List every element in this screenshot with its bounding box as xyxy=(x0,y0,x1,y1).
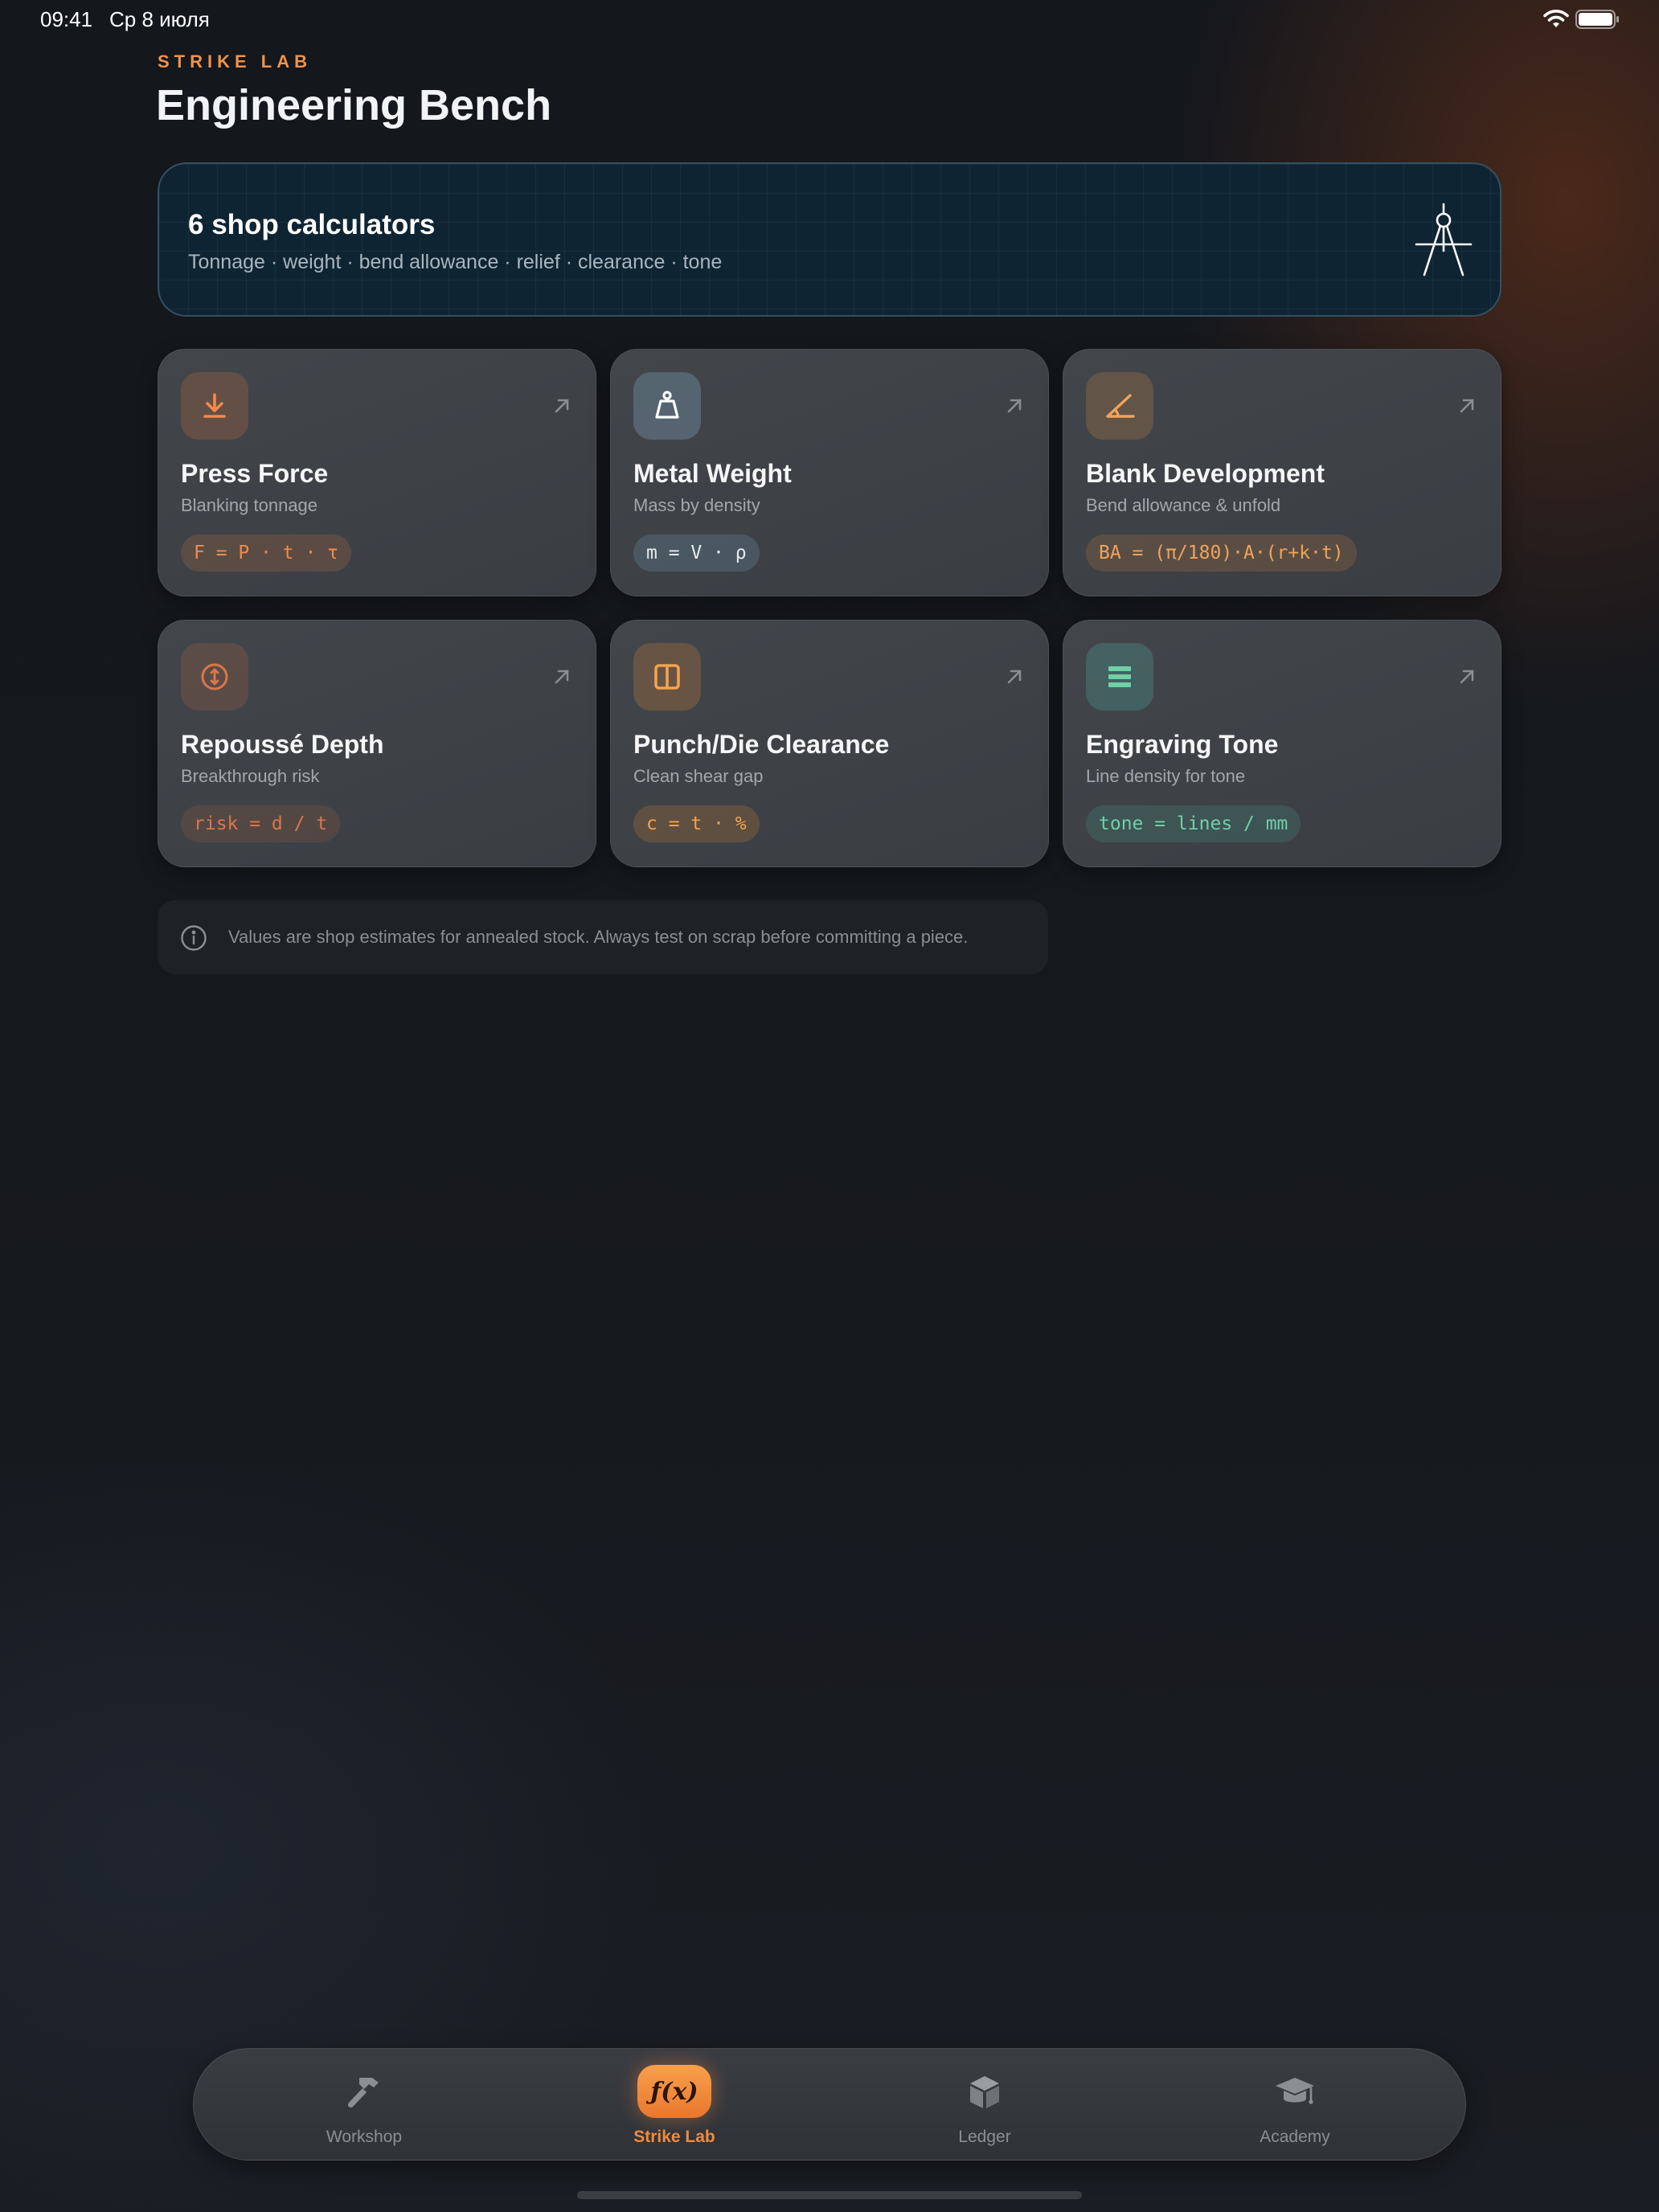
split-square-icon xyxy=(654,664,680,690)
tab-label: Strike Lab xyxy=(633,2128,715,2146)
info-icon xyxy=(181,925,207,951)
disclaimer-text: Values are shop estimates for annealed s… xyxy=(228,927,969,947)
drafting-compass-icon xyxy=(1415,203,1473,276)
card-title: Repoussé Depth xyxy=(181,730,384,759)
lines-icon xyxy=(1108,666,1131,687)
tab-workshop[interactable]: Workshop xyxy=(244,2049,485,2161)
card-title: Blank Development xyxy=(1086,459,1325,488)
status-date: Ср 8 июля xyxy=(109,7,210,31)
card-formula: risk = d / t xyxy=(181,805,341,842)
tab-label: Workshop xyxy=(326,2128,403,2146)
card-formula: c = t · % xyxy=(633,805,760,842)
arrow-up-right-icon xyxy=(555,399,569,413)
card-icon-badge xyxy=(181,372,248,440)
arrow-up-right-icon xyxy=(1007,399,1022,413)
calculator-card-metal-weight[interactable]: Metal Weight Mass by density m = V · ρ xyxy=(610,349,1049,596)
disclaimer-note: Values are shop estimates for annealed s… xyxy=(158,900,1048,974)
card-icon-badge xyxy=(1086,372,1153,440)
card-title: Punch/Die Clearance xyxy=(633,730,890,759)
card-formula: F = P · t · τ xyxy=(181,535,352,571)
card-title: Press Force xyxy=(181,459,329,488)
arrow-up-right-icon xyxy=(555,670,569,684)
angle-icon xyxy=(1106,394,1135,418)
card-subtitle: Mass by density xyxy=(633,495,760,515)
card-formula: tone = lines / mm xyxy=(1086,805,1301,842)
card-subtitle: Line density for tone xyxy=(1086,766,1246,786)
card-subtitle: Bend allowance & unfold xyxy=(1086,495,1281,515)
tab-label: Academy xyxy=(1260,2128,1330,2146)
card-subtitle: Clean shear gap xyxy=(633,766,764,786)
card-subtitle: Blanking tonnage xyxy=(181,495,318,515)
card-icon-badge xyxy=(633,643,701,711)
tab-label: Ledger xyxy=(958,2128,1011,2146)
tab-bar: Workshop ƒ(x) Strike Lab Ledger Academy xyxy=(193,2048,1466,2161)
hammer-icon xyxy=(347,2078,379,2108)
press-down-icon xyxy=(203,393,226,418)
arrow-up-right-icon xyxy=(1007,670,1022,684)
card-icon-badge xyxy=(633,372,701,440)
card-title: Metal Weight xyxy=(633,459,792,488)
home-indicator xyxy=(577,2191,1082,2199)
card-icon-badge xyxy=(1086,643,1153,711)
status-time: 09:41 xyxy=(40,7,93,31)
page-title: Engineering Bench xyxy=(156,81,552,129)
arrow-up-right-icon xyxy=(1460,670,1474,684)
graduation-cap-icon xyxy=(1276,2078,1314,2104)
tab-academy[interactable]: Academy xyxy=(1174,2049,1415,2161)
calculator-card-engraving-tone[interactable]: Engraving Tone Line density for tone ton… xyxy=(1063,620,1501,867)
arrow-up-right-icon xyxy=(1460,399,1474,413)
card-formula: BA = (π/180)·A·(r+k·t) xyxy=(1086,535,1357,571)
calculator-card-repousse-depth[interactable]: Repoussé Depth Breakthrough risk risk = … xyxy=(158,620,596,867)
calculator-card-punch-die-clearance[interactable]: Punch/Die Clearance Clean shear gap c = … xyxy=(610,620,1049,867)
card-title: Engraving Tone xyxy=(1086,730,1279,759)
calculators-summary-banner: 6 shop calculators Tonnage · weight · be… xyxy=(158,162,1501,317)
tab-strike-lab[interactable]: ƒ(x) Strike Lab xyxy=(554,2049,795,2161)
card-formula: m = V · ρ xyxy=(633,535,760,571)
function-icon: ƒ(x) xyxy=(637,2065,711,2118)
battery-icon xyxy=(1575,10,1619,29)
wifi-icon xyxy=(1543,10,1569,27)
hero-title: 6 shop calculators xyxy=(188,209,436,240)
hero-subtitle: Tonnage · weight · bend allowance · reli… xyxy=(188,251,723,273)
calculator-card-press-force[interactable]: Press Force Blanking tonnage F = P · t ·… xyxy=(158,349,596,596)
calculator-card-blank-development[interactable]: Blank Development Bend allowance & unfol… xyxy=(1063,349,1501,596)
section-eyebrow: STRIKE LAB xyxy=(158,51,312,72)
card-subtitle: Breakthrough risk xyxy=(181,766,320,786)
card-icon-badge xyxy=(181,643,248,711)
weight-icon xyxy=(655,391,679,419)
status-bar: 09:41 Ср 8 июля xyxy=(0,0,1659,39)
depth-icon xyxy=(201,663,228,690)
tab-ledger[interactable]: Ledger xyxy=(864,2049,1105,2161)
box-icon xyxy=(970,2076,999,2108)
